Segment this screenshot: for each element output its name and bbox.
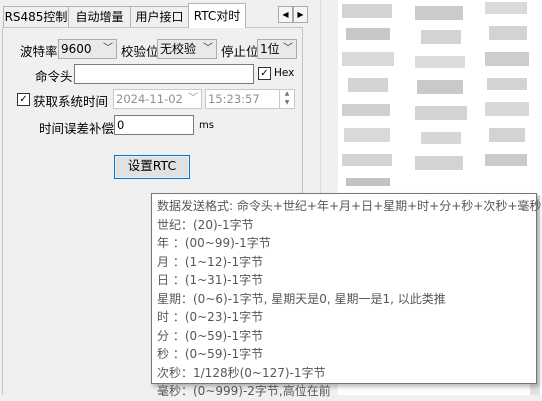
command-header-input[interactable] bbox=[74, 64, 254, 84]
stop-bits-value: 1位 bbox=[260, 42, 280, 56]
time-value: 15:23:57 bbox=[208, 92, 260, 106]
parity-value: 无校验 bbox=[160, 42, 197, 56]
tooltip-line: 时 ：(0~23)-1字节 bbox=[157, 310, 264, 324]
tooltip-line: 月 ：(1~12)-1字节 bbox=[157, 254, 264, 269]
stop-bits-label: 停止位 bbox=[221, 44, 259, 59]
baud-rate-label: 波特率 bbox=[20, 44, 58, 59]
tab-scroll-left-icon[interactable]: ◀ bbox=[278, 6, 293, 23]
parity-select[interactable]: 无校验 ﹀ bbox=[157, 39, 217, 59]
tab-rtc-sync[interactable]: RTC对时 bbox=[188, 3, 246, 28]
tooltip-line: 日 ：(1~31)-1字节 bbox=[157, 273, 264, 287]
tooltip-line: 秒 ：(0~59)-1字节 bbox=[157, 347, 264, 361]
time-compensation-input[interactable]: 0 bbox=[114, 115, 194, 135]
date-picker[interactable]: 2024-11-02 ﹀ bbox=[113, 89, 202, 109]
baud-rate-value: 9600 bbox=[61, 42, 92, 56]
get-system-time-label: 获取系统时间 bbox=[33, 94, 109, 109]
command-header-label: 命令头 bbox=[35, 69, 73, 84]
set-rtc-button[interactable]: 设置RTC bbox=[114, 155, 190, 179]
baud-rate-select[interactable]: 9600 ﹀ bbox=[58, 39, 117, 59]
tooltip-line: 分 ：(0~59)-1字节 bbox=[157, 328, 264, 343]
hex-checkbox[interactable]: ✓ bbox=[258, 67, 271, 80]
chevron-down-icon: ﹀ bbox=[283, 43, 293, 54]
tab-auto-increment[interactable]: 自动增量 bbox=[68, 6, 131, 27]
tab-user-interface[interactable]: 用户接口 bbox=[130, 6, 189, 27]
tooltip-line: 世纪：(20)-1字节 bbox=[157, 217, 254, 232]
stop-bits-select[interactable]: 1位 ﹀ bbox=[257, 39, 297, 59]
chevron-down-icon: ﹀ bbox=[188, 93, 198, 104]
parity-label: 校验位 bbox=[121, 44, 159, 59]
format-tooltip: 数据发送格式: 命令头+世纪+年+月+日+星期+时+分+秒+次秒+毫秒 世纪：(… bbox=[151, 193, 542, 398]
tab-bar: RS485控制 自动增量 用户接口 RTC对时 ◀ ▶ bbox=[0, 0, 320, 28]
chevron-down-icon: ﹀ bbox=[203, 43, 213, 54]
time-spinner[interactable]: ▲ ▼ bbox=[279, 89, 294, 109]
chevron-down-icon: ﹀ bbox=[103, 43, 113, 54]
tooltip-line: 数据发送格式: 命令头+世纪+年+月+日+星期+时+分+秒+次秒+毫秒 bbox=[157, 199, 542, 213]
time-compensation-label: 时间误差补偿 bbox=[39, 121, 115, 136]
tab-rs485[interactable]: RS485控制 bbox=[3, 6, 69, 27]
tooltip-line: 毫秒：(0~999)-2字节,高位在前 bbox=[157, 384, 331, 398]
time-picker[interactable]: 15:23:57 ▲ ▼ bbox=[205, 89, 295, 109]
tooltip-line: 年 ：(00~99)-1字节 bbox=[157, 236, 271, 250]
get-system-time-checkbox[interactable]: ✓ bbox=[17, 93, 30, 106]
tooltip-line: 星期：(0~6)-1字节, 星期天是0, 星期一是1, 以此类推 bbox=[157, 291, 446, 306]
date-value: 2024-11-02 bbox=[116, 92, 183, 106]
time-compensation-unit: ms bbox=[199, 120, 214, 131]
hex-label: Hex bbox=[274, 67, 295, 79]
tab-scroll-right-icon[interactable]: ▶ bbox=[293, 6, 308, 23]
tooltip-line: 次秒：1/128秒(0~127)-1字节 bbox=[157, 365, 326, 380]
